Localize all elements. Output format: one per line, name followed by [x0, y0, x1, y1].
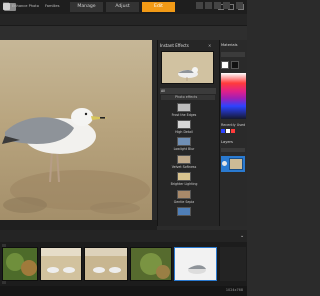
tool-options-strip: [0, 26, 247, 40]
breadcrumb-families[interactable]: Families: [45, 2, 60, 10]
film-thumbnail[interactable]: [2, 247, 38, 281]
effect-label: Frost the Edges: [171, 113, 197, 117]
seagull-photo: [0, 40, 152, 220]
background-color-swatch[interactable]: [231, 61, 239, 69]
effects-filter-dropdown[interactable]: [160, 88, 216, 94]
effect-label: Velvet Softness: [171, 165, 197, 169]
effect-label: Gentle Sepia: [173, 200, 195, 204]
recently-used-label: Recently Used: [221, 123, 246, 127]
effect-thumb[interactable]: [177, 137, 191, 146]
redo-icon[interactable]: [205, 2, 212, 9]
effect-label: Lowlight Blur: [173, 147, 195, 151]
settings-gear-icon[interactable]: [236, 2, 243, 9]
tab-manage[interactable]: Manage: [70, 2, 103, 12]
film-strip-toolbar: [0, 230, 247, 242]
breadcrumb-enhance-photo[interactable]: Enhance Photo: [12, 2, 39, 10]
layers-blend-dropdown[interactable]: [221, 148, 245, 152]
film-thumbnail[interactable]: [130, 247, 172, 281]
status-footer: [0, 286, 247, 296]
save-icon[interactable]: [214, 2, 221, 9]
effect-thumb[interactable]: [177, 172, 191, 181]
effect-thumb[interactable]: [177, 190, 191, 199]
effect-thumb[interactable]: [177, 120, 191, 129]
color-palette[interactable]: [221, 73, 246, 119]
panel-title: Instant Effects: [160, 43, 189, 48]
film-thumbnail-selected[interactable]: [174, 247, 217, 281]
photo-canvas[interactable]: [0, 40, 152, 220]
effect-thumb[interactable]: [177, 207, 191, 216]
materials-label: Materials: [221, 43, 238, 47]
layer-visibility-eye-icon[interactable]: [222, 161, 227, 166]
foreground-color-swatch[interactable]: [221, 61, 229, 69]
tab-adjust[interactable]: Adjust: [106, 2, 139, 12]
effect-label: High Detail: [175, 130, 193, 134]
close-icon[interactable]: ✕: [208, 43, 211, 48]
undo-icon[interactable]: [196, 2, 203, 9]
film-thumbnail[interactable]: [40, 247, 82, 281]
effects-category-label: Photo effects: [175, 95, 198, 99]
effect-label: Brighter Lighting: [170, 182, 198, 186]
layer-thumbnail: [229, 158, 243, 170]
tab-edit[interactable]: Edit: [142, 2, 175, 12]
effect-preview: [161, 51, 214, 84]
materials-dropdown[interactable]: [221, 52, 245, 57]
layers-label: Layers: [221, 140, 233, 144]
recent-color-swatch[interactable]: [231, 129, 235, 133]
recent-color-swatch[interactable]: [226, 129, 230, 133]
photo-status-bar: [0, 220, 157, 230]
film-thumbnail[interactable]: [84, 247, 128, 281]
help-icon[interactable]: [223, 2, 230, 9]
recent-color-swatch[interactable]: [221, 129, 225, 133]
film-empty-slot: [220, 247, 246, 281]
move-tool-icon[interactable]: [3, 3, 10, 10]
effect-thumb[interactable]: [177, 155, 191, 164]
collapse-chevron-icon[interactable]: ⌄: [240, 233, 244, 239]
effects-filter-label: All: [161, 89, 165, 93]
effect-thumb[interactable]: [177, 103, 191, 112]
toolbar: [0, 14, 247, 26]
footer-status-text: 1024x768: [225, 288, 243, 292]
